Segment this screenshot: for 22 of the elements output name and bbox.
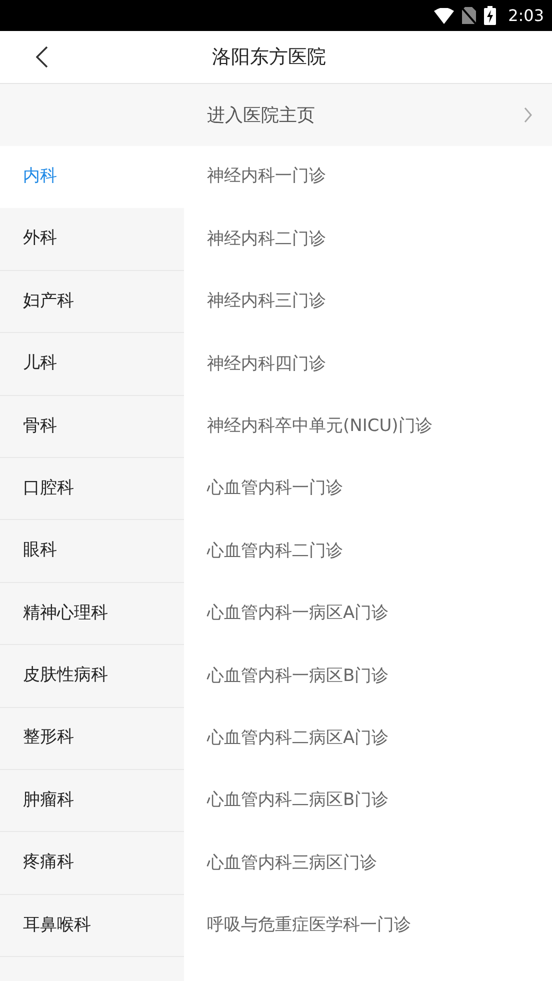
clinic-item[interactable]: 心血管内科一病区A门诊	[184, 582, 552, 646]
battery-icon	[484, 6, 496, 25]
chevron-right-icon	[524, 107, 532, 123]
clinic-item[interactable]: 神经内科四门诊	[184, 333, 552, 396]
page-title: 洛阳东方医院	[212, 44, 326, 70]
clinic-item[interactable]: 心血管内科一病区B门诊	[184, 645, 552, 708]
clinic-item[interactable]: 心血管内科二门诊	[184, 520, 552, 583]
wifi-icon	[434, 8, 454, 24]
status-time: 2:03	[508, 4, 544, 26]
back-icon	[36, 46, 48, 68]
clinic-item[interactable]: 神经内科二门诊	[184, 208, 552, 271]
department-item[interactable]: 内科	[0, 146, 184, 208]
clinic-item[interactable]: 神经内科一门诊	[184, 146, 552, 208]
no-sim-icon	[462, 7, 476, 24]
clinic-item[interactable]: 心血管内科二病区A门诊	[184, 708, 552, 770]
clinic-item[interactable]: 呼吸与危重症医学科一门诊	[184, 894, 552, 958]
hospital-homepage-link[interactable]: 进入医院主页	[0, 84, 552, 146]
clinic-item[interactable]: 心血管内科一门诊	[184, 458, 552, 520]
clinic-item[interactable]: 心血管内科二病区B门诊	[184, 770, 552, 832]
clinic-item[interactable]: 神经内科卒中单元(NICU)门诊	[184, 396, 552, 458]
clinic-item[interactable]: 神经内科三门诊	[184, 270, 552, 334]
clinic-item[interactable]: 心血管内科三病区门诊	[184, 832, 552, 895]
